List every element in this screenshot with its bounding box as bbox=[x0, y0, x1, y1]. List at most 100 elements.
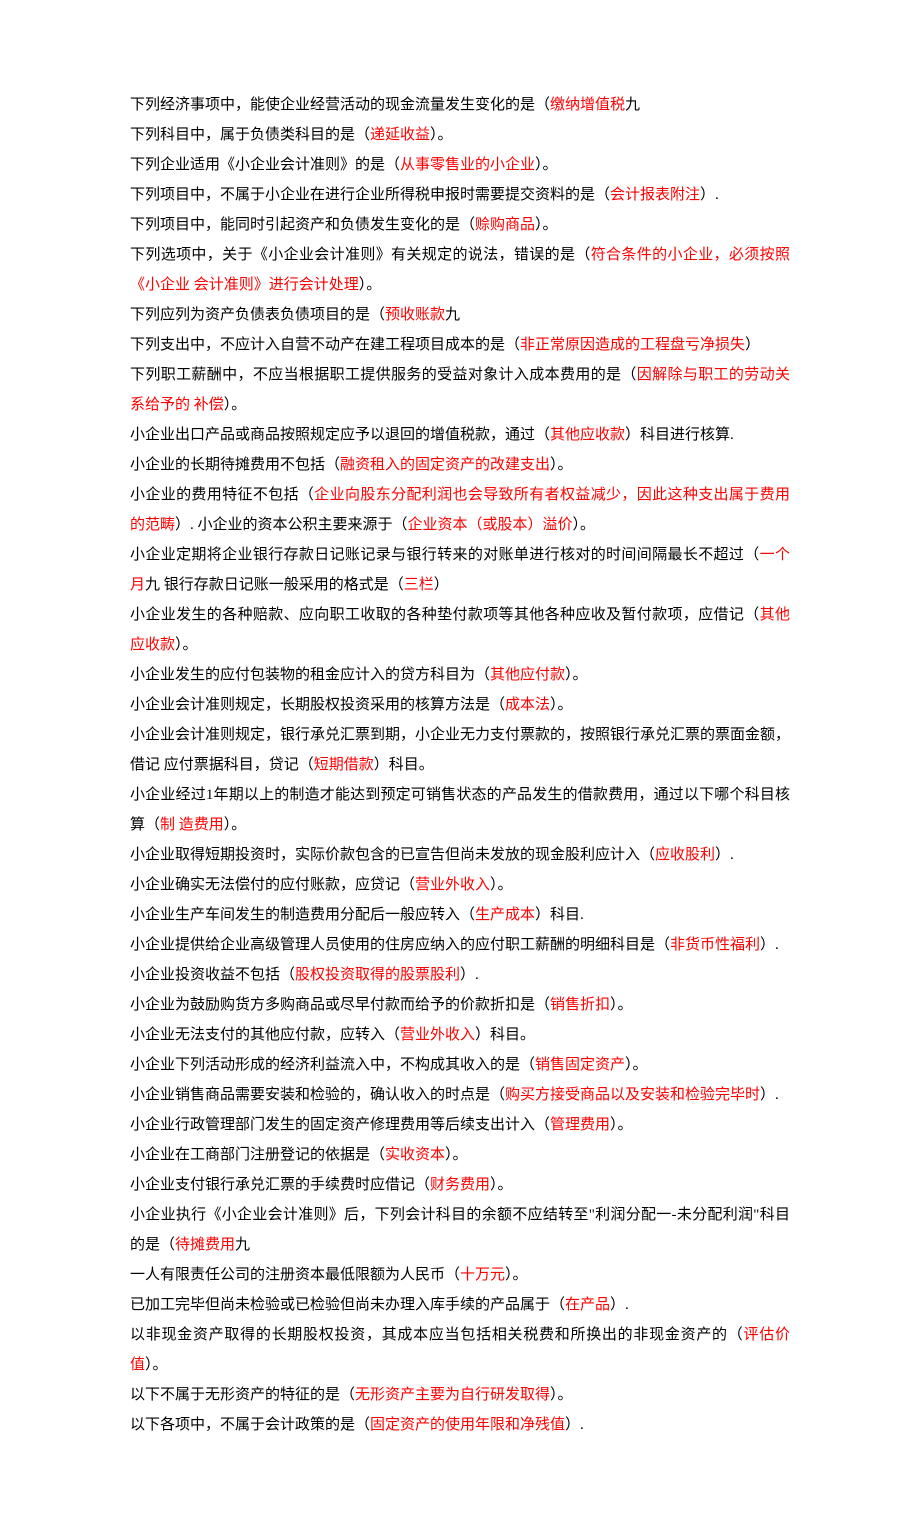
question-text: ）。 bbox=[573, 517, 596, 533]
text-line: 小企业下列活动形成的经济利益流入中，不构成其收入的是（销售固定资产）。 bbox=[130, 1050, 790, 1080]
question-text: ）。 bbox=[565, 667, 588, 683]
question-text: 小企业发生的应付包装物的租金应计入的贷方科目为（ bbox=[130, 667, 490, 683]
answer-text: 其他应收款 bbox=[550, 427, 625, 443]
text-line: 小企业为鼓励购货方多购商品或尽早付款而给予的价款折扣是（销售折扣）。 bbox=[130, 990, 790, 1020]
text-line: 以非现金资产取得的长期股权投资，其成本应当包括相关税费和所换出的非现金资产的（评… bbox=[130, 1320, 790, 1380]
question-text: 已加工完毕但尚未检验或已检验但尚未办理入库手续的产品属于（ bbox=[130, 1297, 565, 1313]
text-line: 小企业无法支付的其他应付款，应转入（营业外收入）科目。 bbox=[130, 1020, 790, 1050]
question-text: ） bbox=[434, 577, 449, 593]
question-text: 小企业无法支付的其他应付款，应转入（ bbox=[130, 1027, 400, 1043]
question-text: 小企业出口产品或商品按照规定应予以退回的增值税款，通过（ bbox=[130, 427, 550, 443]
question-text: 小企业发生的各种赔款、应向职工收取的各种垫付款项等其他各种应收及暂付款项，应借记… bbox=[130, 607, 760, 623]
text-line: 小企业销售商品需要安装和检验的，确认收入的时点是（购买方接受商品以及安装和检验完… bbox=[130, 1080, 790, 1110]
question-text: 以非现金资产取得的长期股权投资，其成本应当包括相关税费和所换出的非现金资产的（ bbox=[130, 1327, 744, 1343]
text-line: 小企业在工商部门注册登记的依据是（实收资本）。 bbox=[130, 1140, 790, 1170]
text-line: 小企业执行《小企业会计准则》后，下列会计科目的余额不应结转至"利润分配一-未分配… bbox=[130, 1200, 790, 1260]
text-line: 小企业出口产品或商品按照规定应予以退回的增值税款，通过（其他应收款）科目进行核算… bbox=[130, 420, 790, 450]
question-text: ）。 bbox=[490, 1177, 513, 1193]
answer-text: 十万元 bbox=[460, 1267, 505, 1283]
question-text: ）科目. bbox=[535, 907, 584, 923]
text-line: 小企业会计准则规定，银行承兑汇票到期，小企业无力支付票款的，按照银行承兑汇票的票… bbox=[130, 720, 790, 780]
answer-text: 销售折扣 bbox=[550, 997, 610, 1013]
question-text: 下列经济事项中，能使企业经营活动的现金流量发生变化的是（ bbox=[130, 97, 550, 113]
text-line: 下列项目中，不属于小企业在进行企业所得税申报时需要提交资料的是（会计报表附注）. bbox=[130, 180, 790, 210]
answer-text: 固定资产的使用年限和净残值 bbox=[370, 1417, 565, 1433]
question-text: 小企业的费用特征不包括（ bbox=[130, 487, 314, 503]
answer-text: 会计报表附注 bbox=[610, 187, 700, 203]
question-text: 以下不属于无形资产的特征的是（ bbox=[130, 1387, 355, 1403]
question-text: ）。 bbox=[175, 637, 198, 653]
answer-text: 成本法 bbox=[505, 697, 550, 713]
answer-text: 在产品 bbox=[565, 1297, 610, 1313]
question-text: 小企业投资收益不包括（ bbox=[130, 967, 295, 983]
question-text: 小企业确实无法偿付的应付账款，应贷记（ bbox=[130, 877, 415, 893]
answer-text: 从事零售业的小企业 bbox=[400, 157, 535, 173]
answer-text: 管理费用 bbox=[550, 1117, 610, 1133]
answer-text: 待摊费用 bbox=[175, 1237, 235, 1253]
question-text: 小企业会计准则规定，银行承兑汇票到期，小企业无力支付票款的，按照银行承兑汇票的票… bbox=[130, 727, 790, 773]
text-line: 小企业发生的应付包装物的租金应计入的贷方科目为（其他应付款）。 bbox=[130, 660, 790, 690]
question-text: ）. bbox=[565, 1417, 584, 1433]
question-text: 小企业提供给企业高级管理人员使用的住房应纳入的应付职工薪酬的明细科目是（ bbox=[130, 937, 670, 953]
answer-text: 非货币性福利 bbox=[670, 937, 760, 953]
question-text: 小企业下列活动形成的经济利益流入中，不构成其收入的是（ bbox=[130, 1057, 535, 1073]
question-text: 九 bbox=[445, 307, 460, 323]
question-text: 下列支出中，不应计入自营不动产在建工程项目成本的是（ bbox=[130, 337, 520, 353]
answer-text: 无形资产主要为自行研发取得 bbox=[355, 1387, 550, 1403]
question-text: ）。 bbox=[625, 1057, 648, 1073]
text-line: 小企业会计准则规定，长期股权投资采用的核算方法是（成本法）。 bbox=[130, 690, 790, 720]
answer-text: 企业资本（或股本）溢价 bbox=[408, 517, 573, 533]
text-line: 下列企业适用《小企业会计准则》的是（从事零售业的小企业）。 bbox=[130, 150, 790, 180]
answer-text: 赊购商品 bbox=[475, 217, 535, 233]
answer-text: 购买方接受商品以及安装和检验完毕时 bbox=[505, 1087, 760, 1103]
question-text: 小企业销售商品需要安装和检验的，确认收入的时点是（ bbox=[130, 1087, 505, 1103]
question-text: ）。 bbox=[430, 127, 453, 143]
text-line: 小企业经过1年期以上的制造才能达到预定可销售状态的产品发生的借款费用，通过以下哪… bbox=[130, 780, 790, 840]
answer-text: 其他应付款 bbox=[490, 667, 565, 683]
text-line: 下列科目中，属于负债类科目的是（递延收益）。 bbox=[130, 120, 790, 150]
question-text: 小企业在工商部门注册登记的依据是（ bbox=[130, 1147, 385, 1163]
question-text: ）。 bbox=[610, 1117, 633, 1133]
text-line: 下列应列为资产负债表负债项目的是（预收账款九 bbox=[130, 300, 790, 330]
question-text: ）. bbox=[700, 187, 719, 203]
question-text: ）。 bbox=[359, 277, 382, 293]
question-text: 小企业会计准则规定，长期股权投资采用的核算方法是（ bbox=[130, 697, 505, 713]
question-text: ）科目。 bbox=[374, 757, 434, 773]
question-text: ）。 bbox=[550, 1387, 573, 1403]
question-text: ）。 bbox=[145, 1357, 168, 1373]
document-page: 下列经济事项中，能使企业经营活动的现金流量发生变化的是（缴纳增值税九下列科目中，… bbox=[0, 0, 920, 1530]
text-line: 小企业生产车间发生的制造费用分配后一般应转入（生产成本）科目. bbox=[130, 900, 790, 930]
text-line: 下列项目中，能同时引起资产和负债发生变化的是（赊购商品）。 bbox=[130, 210, 790, 240]
text-line: 小企业的费用特征不包括（企业向股东分配利润也会导致所有者权益减少，因此这种支出属… bbox=[130, 480, 790, 540]
question-text: 下列选项中，关于《小企业会计准则》有关规定的说法，错误的是（ bbox=[130, 247, 591, 263]
question-text: ）科目进行核算. bbox=[625, 427, 734, 443]
question-text: ）。 bbox=[505, 1267, 528, 1283]
question-text: ） bbox=[745, 337, 760, 353]
question-text: ）. bbox=[715, 847, 734, 863]
text-line: 小企业支付银行承兑汇票的手续费时应借记（财务费用）。 bbox=[130, 1170, 790, 1200]
answer-text: 生产成本 bbox=[475, 907, 535, 923]
answer-text: 短期借款 bbox=[314, 757, 374, 773]
question-text: 下列科目中，属于负债类科目的是（ bbox=[130, 127, 370, 143]
question-text: 下列应列为资产负债表负债项目的是（ bbox=[130, 307, 385, 323]
text-line: 小企业发生的各种赔款、应向职工收取的各种垫付款项等其他各种应收及暂付款项，应借记… bbox=[130, 600, 790, 660]
question-text: 下列企业适用《小企业会计准则》的是（ bbox=[130, 157, 400, 173]
question-text: 下列项目中，能同时引起资产和负债发生变化的是（ bbox=[130, 217, 475, 233]
text-line: 下列支出中，不应计入自营不动产在建工程项目成本的是（非正常原因造成的工程盘亏净损… bbox=[130, 330, 790, 360]
answer-text: 三栏 bbox=[404, 577, 434, 593]
answer-text: 销售固定资产 bbox=[535, 1057, 625, 1073]
question-text: ）。 bbox=[445, 1147, 468, 1163]
answer-text: 财务费用 bbox=[430, 1177, 490, 1193]
text-line: 小企业取得短期投资时，实际价款包含的已宣告但尚未发放的现金股利应计入（应收股利）… bbox=[130, 840, 790, 870]
question-text: ）。 bbox=[490, 877, 513, 893]
text-line: 下列职工薪酬中，不应当根据职工提供服务的受益对象计入成本费用的是（因解除与职工的… bbox=[130, 360, 790, 420]
question-text: ）. bbox=[610, 1297, 629, 1313]
question-text: 小企业行政管理部门发生的固定资产修理费用等后续支出计入（ bbox=[130, 1117, 550, 1133]
question-text: 小企业支付银行承兑汇票的手续费时应借记（ bbox=[130, 1177, 430, 1193]
text-line: 小企业投资收益不包括（股权投资取得的股票股利）. bbox=[130, 960, 790, 990]
answer-text: 营业外收入 bbox=[415, 877, 490, 893]
question-text: 小企业生产车间发生的制造费用分配后一般应转入（ bbox=[130, 907, 475, 923]
text-line: 一人有限责任公司的注册资本最低限额为人民币（十万元）。 bbox=[130, 1260, 790, 1290]
answer-text: 非正常原因造成的工程盘亏净损失 bbox=[520, 337, 745, 353]
question-text: 下列项目中，不属于小企业在进行企业所得税申报时需要提交资料的是（ bbox=[130, 187, 610, 203]
